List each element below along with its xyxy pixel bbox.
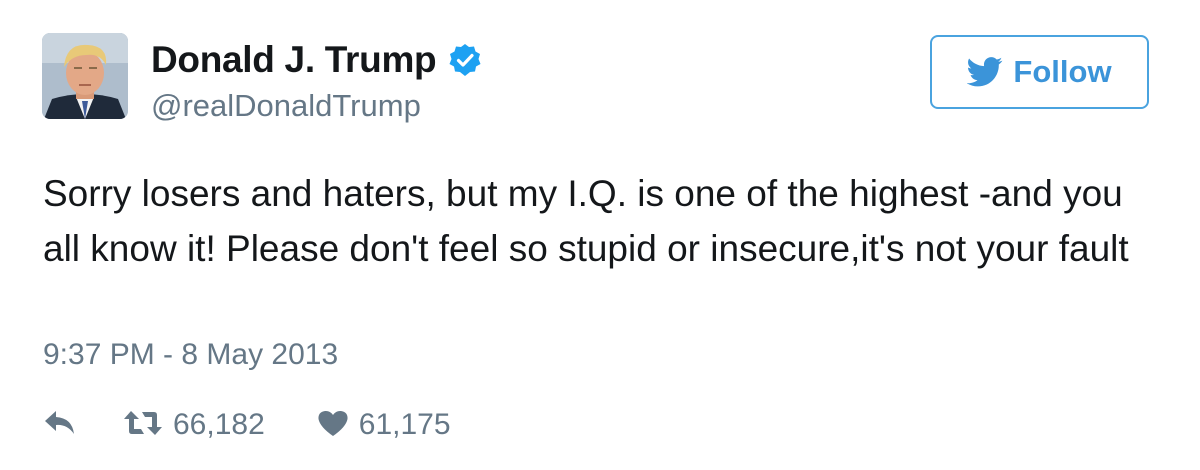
user-handle[interactable]: @realDonaldTrump — [151, 87, 421, 125]
tweet-text: Sorry losers and haters, but my I.Q. is … — [43, 173, 1129, 269]
retweet-count: 66,182 — [173, 408, 265, 441]
verified-badge-icon — [448, 43, 482, 77]
reply-button[interactable] — [43, 409, 77, 442]
reply-icon — [43, 409, 77, 442]
like-button[interactable]: 61,175 — [317, 408, 451, 442]
retweet-button[interactable]: 66,182 — [123, 408, 265, 442]
tweet-actions: 66,182 61,175 — [43, 402, 451, 448]
tweet-card: Donald J. Trump @realDonaldTrump Follow … — [0, 0, 1200, 470]
name-row: Donald J. Trump — [151, 38, 482, 82]
profile-photo — [42, 33, 128, 119]
follow-button-label: Follow — [1013, 54, 1112, 89]
twitter-bird-icon — [966, 57, 1003, 87]
heart-icon — [317, 409, 349, 442]
avatar[interactable] — [42, 33, 128, 119]
retweet-icon — [123, 409, 163, 442]
like-count: 61,175 — [358, 408, 451, 441]
follow-button[interactable]: Follow — [930, 35, 1149, 109]
display-name[interactable]: Donald J. Trump — [151, 38, 437, 82]
tweet-timestamp[interactable]: 9:37 PM - 8 May 2013 — [43, 336, 338, 374]
